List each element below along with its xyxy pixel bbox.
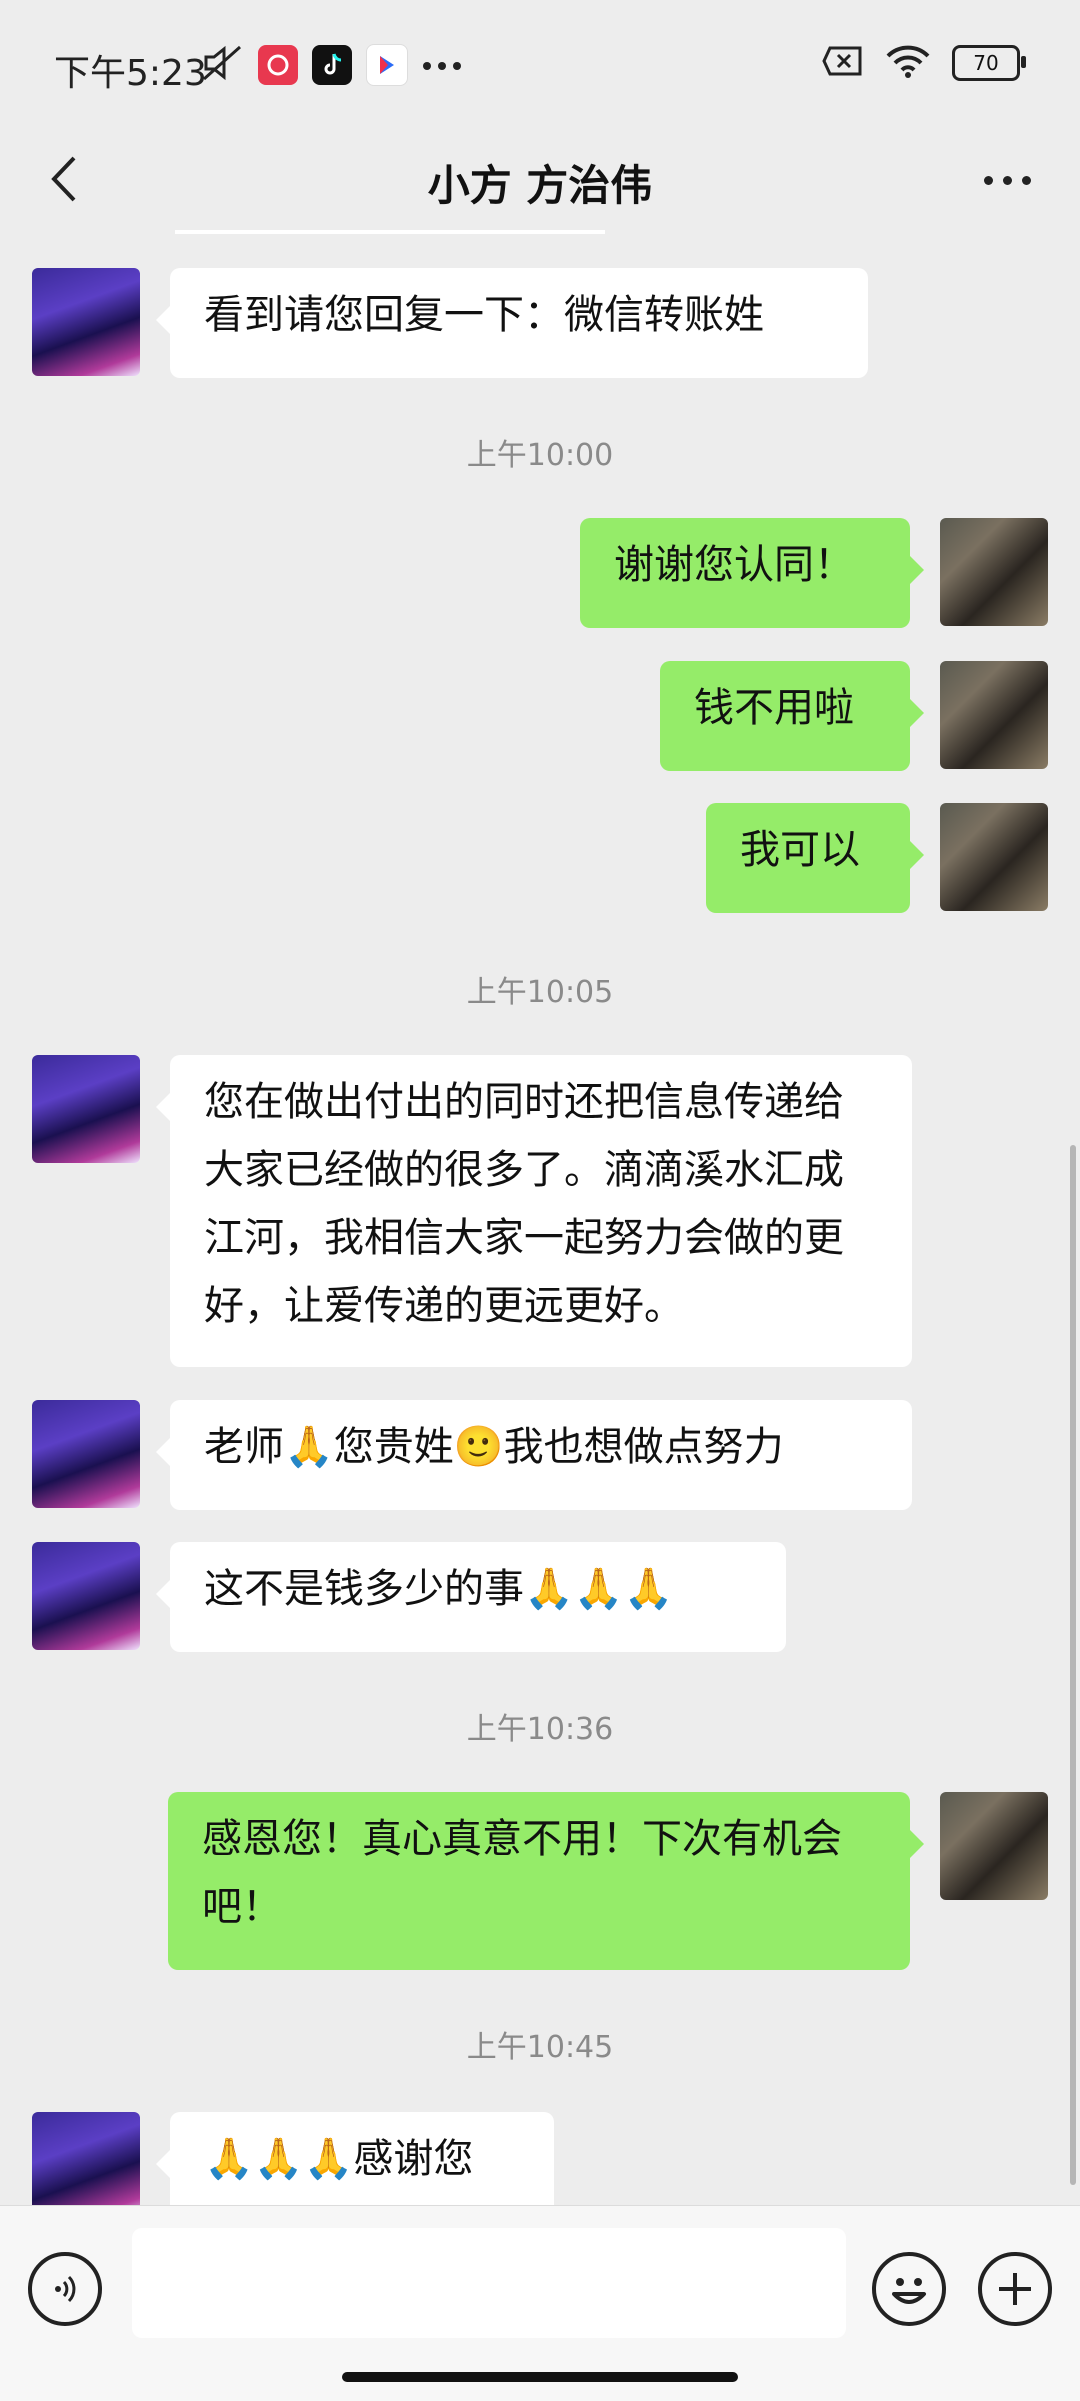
message-list[interactable]: 看到请您回复一下：微信转账姓 上午10:00 谢谢您认同！ 钱不用啦 我可以 上… (0, 230, 1080, 2205)
timestamp: 上午10:45 (466, 2030, 614, 2065)
incoming-message[interactable]: 这不是钱多少的事🙏🙏🙏 (156, 1542, 786, 1652)
outgoing-message[interactable]: 感恩您！真心真意不用！下次有机会吧！ (168, 1792, 924, 1970)
more-button[interactable] (972, 160, 1042, 200)
contact-avatar[interactable] (32, 1542, 140, 1650)
contact-avatar[interactable] (32, 2112, 140, 2205)
message-input[interactable] (132, 2228, 846, 2338)
voice-button[interactable] (28, 2252, 102, 2326)
my-avatar[interactable] (940, 803, 1048, 911)
video-app-icon (366, 44, 408, 86)
scrollbar[interactable] (1070, 1145, 1076, 2185)
status-icons-right: 70 (822, 44, 1026, 82)
previous-bubble-edge (175, 230, 605, 234)
more-icon-dot (1021, 175, 1031, 185)
battery-icon: 70 (952, 45, 1026, 81)
timestamp: 上午10:00 (466, 438, 614, 473)
contact-avatar[interactable] (32, 1400, 140, 1508)
my-avatar[interactable] (940, 661, 1048, 769)
outgoing-message[interactable]: 谢谢您认同！ (580, 518, 924, 628)
timestamp: 上午10:05 (466, 975, 614, 1010)
plus-icon (999, 2273, 1031, 2305)
outgoing-message[interactable]: 我可以 (706, 803, 924, 913)
home-indicator[interactable] (342, 2372, 738, 2382)
incoming-message[interactable]: 老师🙏您贵姓🙂我也想做点努力 (156, 1400, 912, 1510)
my-avatar[interactable] (940, 518, 1048, 626)
my-avatar[interactable] (940, 1792, 1048, 1900)
battery-level: 70 (973, 51, 999, 75)
status-bar: 下午5:23 70 (0, 0, 1080, 130)
mute-icon (200, 43, 244, 87)
contact-avatar[interactable] (32, 268, 140, 376)
voice-icon (55, 2275, 76, 2303)
plus-button[interactable] (978, 2252, 1052, 2326)
emoji-button[interactable] (872, 2252, 946, 2326)
more-icon-dot (1002, 175, 1012, 185)
more-dots-icon (422, 56, 462, 75)
incoming-message[interactable]: 您在做出付出的同时还把信息传递给大家已经做的很多了。滴滴溪水汇成江河，我相信大家… (156, 1055, 912, 1367)
tiktok-icon (312, 45, 352, 85)
wifi-icon (886, 44, 930, 82)
incoming-message[interactable]: 🙏🙏🙏感谢您 (156, 2112, 554, 2205)
status-icons-left (200, 40, 462, 90)
more-icon (983, 175, 993, 185)
no-sim-icon (822, 46, 864, 80)
status-time: 下午5:23 (54, 53, 207, 94)
incoming-message[interactable]: 看到请您回复一下：微信转账姓 (156, 268, 868, 378)
chat-header: 小方 方治伟 (0, 130, 1080, 230)
timestamp: 上午10:36 (466, 1712, 614, 1747)
emoji-icon (892, 2278, 926, 2304)
chat-title: 小方 方治伟 (427, 161, 653, 210)
outgoing-message[interactable]: 钱不用啦 (660, 661, 924, 771)
shopping-618-icon (258, 45, 298, 85)
contact-avatar[interactable] (32, 1055, 140, 1163)
